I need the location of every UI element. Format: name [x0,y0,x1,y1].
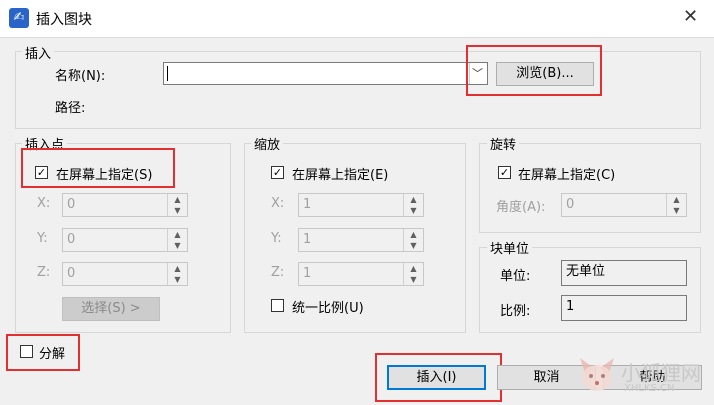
scale-x-value: 1 [303,197,312,212]
watermark-text: 小狐狸网 [621,361,701,385]
scale-x-spinner[interactable]: ▲ ▼ [403,194,423,216]
scale-z-label: Z: [271,265,285,280]
name-group-title: 插入 [22,43,55,62]
angle-field[interactable]: 0 ▲ ▼ [561,193,687,217]
pick-point-button[interactable]: 选择(S) > [62,297,160,321]
unit-label: 单位: [500,269,531,284]
insert-highlight-box [375,353,502,402]
block-unit-title: 块单位 [487,238,533,257]
unit-field: 无单位 [561,260,687,286]
unit-value: 无单位 [566,264,606,279]
insert-point-highlight-box [21,148,175,188]
explode-highlight-box [6,334,80,371]
scale-x-label: X: [271,196,285,211]
path-label: 路径: [55,101,86,116]
scale-y-value: 1 [303,232,312,247]
scale-title: 缩放 [251,134,284,153]
angle-spinner[interactable]: ▲ ▼ [666,194,686,216]
insert-x-field[interactable]: 0 ▲ ▼ [62,193,188,217]
factor-label: 比例: [500,304,531,319]
close-icon[interactable]: ✕ [683,6,698,27]
insert-y-value: 0 [67,232,76,247]
uniform-scale-label[interactable]: 统一比例(U) [292,297,364,316]
app-icon: ✍ [9,8,29,28]
scale-z-value: 1 [303,266,312,281]
text-caret [167,66,168,81]
factor-value: 1 [566,299,575,314]
scale-specify-checkbox[interactable]: ✓ [271,166,284,179]
angle-value: 0 [566,197,575,212]
watermark-domain: XHLKS.CN [624,383,675,394]
fox-logo-icon [576,352,618,394]
window-title: 插入图块 [36,12,92,28]
rotation-title: 旋转 [487,134,520,153]
name-label: 名称(N): [55,69,106,84]
insert-x-value: 0 [67,197,76,212]
insert-z-value: 0 [67,266,76,281]
scale-z-field[interactable]: 1 ▲ ▼ [298,262,424,286]
scale-x-field[interactable]: 1 ▲ ▼ [298,193,424,217]
name-combo[interactable]: ﹀ [163,62,488,85]
rotation-group [479,143,701,233]
angle-label: 角度(A): [496,200,546,215]
insert-y-spinner[interactable]: ▲ ▼ [167,229,187,251]
insert-x-label: X: [37,196,51,211]
scale-y-field[interactable]: 1 ▲ ▼ [298,228,424,252]
rotation-specify-checkbox[interactable]: ✓ [498,166,511,179]
browse-highlight-box [466,45,602,96]
insert-y-label: Y: [37,231,48,246]
insert-z-spinner[interactable]: ▲ ▼ [167,263,187,285]
factor-field: 1 [561,295,687,321]
insert-x-spinner[interactable]: ▲ ▼ [167,194,187,216]
scale-specify-label[interactable]: 在屏幕上指定(E) [292,164,388,183]
rotation-specify-label[interactable]: 在屏幕上指定(C) [518,164,615,183]
insert-z-label: Z: [37,265,51,280]
uniform-scale-checkbox[interactable] [271,299,284,312]
insert-y-field[interactable]: 0 ▲ ▼ [62,228,188,252]
scale-y-label: Y: [271,231,282,246]
scale-y-spinner[interactable]: ▲ ▼ [403,229,423,251]
scale-z-spinner[interactable]: ▲ ▼ [403,263,423,285]
insert-z-field[interactable]: 0 ▲ ▼ [62,262,188,286]
title-bar [0,0,714,38]
